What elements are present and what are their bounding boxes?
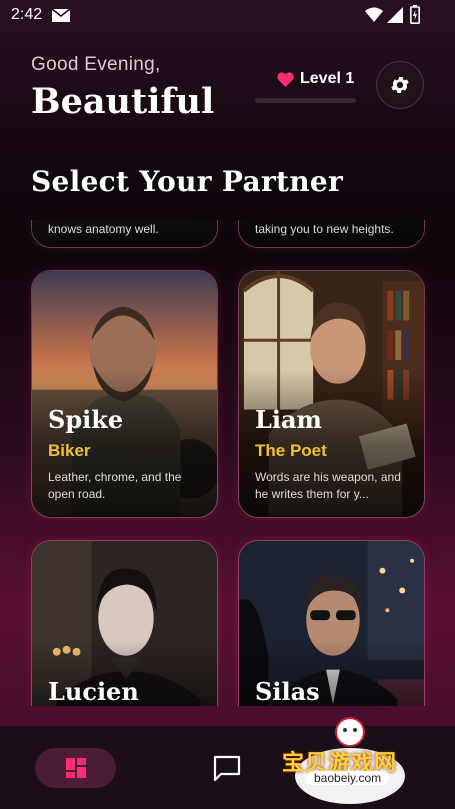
user-name-heading: Beautiful: [31, 81, 215, 122]
section-title: Select Your Partner: [31, 165, 344, 198]
partner-card-liam[interactable]: Liam The Poet Words are his weapon, and …: [238, 270, 425, 518]
partner-name: Silas: [255, 677, 320, 706]
chat-icon[interactable]: [212, 754, 242, 782]
status-bar: 2:42: [0, 0, 455, 32]
level-label: Level 1: [300, 70, 355, 87]
settings-button[interactable]: [376, 61, 424, 109]
partner-card-spike[interactable]: Spike Biker Leather, chrome, and the ope…: [31, 270, 218, 518]
partner-role: The Poet: [255, 441, 327, 460]
level-indicator[interactable]: Level 1: [277, 70, 354, 88]
partner-card-silas[interactable]: Silas: [238, 540, 425, 706]
partner-role: Biker: [48, 441, 91, 460]
partner-card[interactable]: knows anatomy well.: [31, 220, 218, 248]
greeting-text: Good Evening,: [31, 54, 161, 75]
dashboard-icon: [65, 758, 86, 778]
wifi-icon: [365, 7, 383, 22]
mail-icon: [52, 9, 70, 22]
gear-icon: [391, 77, 409, 93]
partner-grid[interactable]: knows anatomy well. taking you to new he…: [0, 220, 455, 706]
status-time: 2:42: [11, 6, 43, 23]
partner-description: Leather, chrome, and the open road.: [48, 470, 182, 501]
partner-name: Spike: [48, 405, 124, 434]
signal-icon: [387, 7, 403, 23]
partner-description: knows anatomy well.: [48, 222, 159, 236]
battery-icon: [410, 5, 420, 24]
heart-icon: [277, 71, 294, 87]
partner-description: taking you to new heights.: [255, 222, 394, 236]
partner-name: Lucien: [48, 677, 139, 706]
watermark-url: baobeiy.com: [306, 771, 390, 785]
partner-description: Words are his weapon, and he writes them…: [255, 470, 401, 501]
partner-name: Liam: [255, 405, 322, 434]
level-progress-bar: [255, 98, 356, 103]
partner-card-lucien[interactable]: Lucien: [31, 540, 218, 706]
partner-card[interactable]: taking you to new heights.: [238, 220, 425, 248]
nav-dashboard-tab[interactable]: [35, 748, 116, 788]
